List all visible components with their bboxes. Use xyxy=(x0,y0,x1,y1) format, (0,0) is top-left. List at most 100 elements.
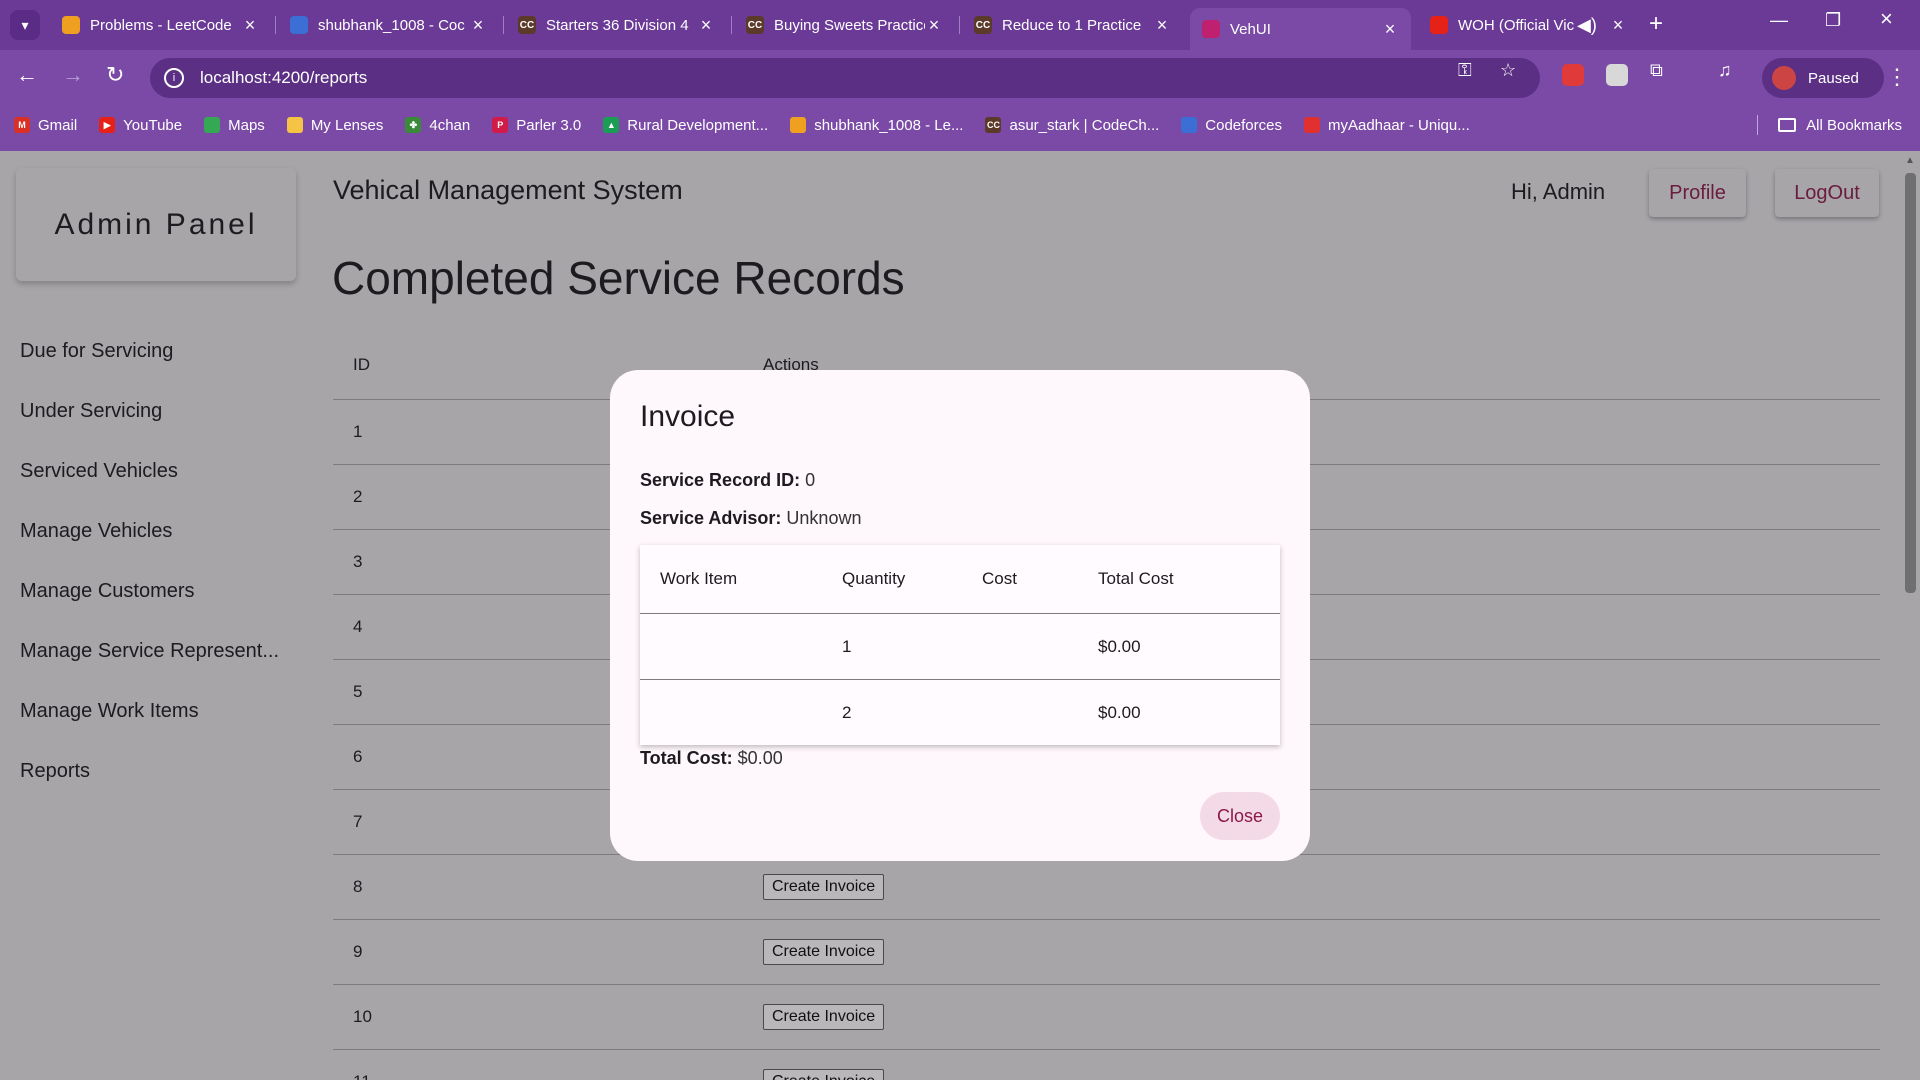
back-icon[interactable]: ← xyxy=(16,64,38,86)
restore-icon[interactable]: ❐ xyxy=(1825,10,1841,31)
url-text[interactable]: localhost:4200/reports xyxy=(200,68,367,88)
close-icon[interactable]: × xyxy=(1609,15,1627,36)
avatar xyxy=(1772,66,1796,90)
profile-button[interactable]: Paused xyxy=(1762,58,1884,98)
scrollbar-thumb[interactable] xyxy=(1905,173,1916,593)
lens-icon xyxy=(286,117,303,133)
media-control-icon[interactable]: ♫ xyxy=(1718,60,1732,81)
sidebar-item-due-for-servicing[interactable]: Due for Servicing xyxy=(20,321,290,381)
service-advisor-value: Unknown xyxy=(786,508,862,528)
tab-reduce-to-1[interactable]: CC Reduce to 1 Practice × xyxy=(962,8,1183,42)
bookmark-gmail[interactable]: M Gmail xyxy=(14,117,77,134)
folder-icon xyxy=(1778,118,1797,132)
gmail-icon: M xyxy=(14,117,30,133)
service-record-id-line: Service Record ID: 0 xyxy=(640,470,815,491)
all-bookmarks-label: All Bookmarks xyxy=(1806,116,1902,134)
codechef-icon: CC xyxy=(974,16,992,34)
tab-divider xyxy=(959,16,960,34)
bookmark-codeforces[interactable]: Codeforces xyxy=(1181,117,1282,134)
tab-leetcode[interactable]: Problems - LeetCode × xyxy=(50,8,271,42)
sidebar-item-manage-vehicles[interactable]: Manage Vehicles xyxy=(20,501,290,561)
more-menu-icon[interactable]: ⋮ xyxy=(1886,64,1908,90)
sidebar-item-manage-work-items[interactable]: Manage Work Items xyxy=(20,681,290,741)
browser-toolbar: ← → ↻ i localhost:4200/reports ⚿ ☆ ⧉ ♫ P… xyxy=(0,50,1920,106)
extension-icon[interactable] xyxy=(1562,64,1584,86)
profile-status: Paused xyxy=(1808,69,1859,87)
profile-button[interactable]: Profile xyxy=(1649,169,1746,217)
site-info-icon[interactable]: i xyxy=(164,68,184,88)
forward-icon[interactable]: → xyxy=(62,64,84,86)
codeforces-icon xyxy=(290,16,308,34)
sidebar-item-manage-service-representatives[interactable]: Manage Service Represent... xyxy=(20,621,290,681)
close-icon[interactable]: × xyxy=(469,15,487,36)
table-row: 11 Create Invoice xyxy=(333,1050,1880,1080)
tab-starters-36[interactable]: CC Starters 36 Division 4 × xyxy=(506,8,727,42)
create-invoice-button[interactable]: Create Invoice xyxy=(763,874,885,900)
cell-quantity: 1 xyxy=(842,636,852,656)
bookmark-star-icon[interactable]: ☆ xyxy=(1500,60,1516,81)
column-header-work-item: Work Item xyxy=(660,569,738,588)
sidebar-item-serviced-vehicles[interactable]: Serviced Vehicles xyxy=(20,441,290,501)
create-invoice-button[interactable]: Create Invoice xyxy=(763,1069,885,1080)
tab-title: VehUI xyxy=(1230,20,1271,38)
create-invoice-button[interactable]: Create Invoice xyxy=(763,939,885,965)
cell-id: 8 xyxy=(353,877,363,896)
tab-vehui[interactable]: VehUI × xyxy=(1190,8,1411,50)
bookmark-leetcode[interactable]: shubhank_1008 - Le... xyxy=(790,117,963,134)
bookmark-codechef[interactable]: CC asur_stark | CodeCh... xyxy=(985,117,1159,134)
bookmark-my-lenses[interactable]: My Lenses xyxy=(286,117,383,134)
close-button[interactable]: Close xyxy=(1200,792,1280,840)
bookmark-label: Rural Development... xyxy=(627,116,769,134)
speaker-icon[interactable]: ◀) xyxy=(1577,15,1597,36)
app-title: Vehical Management System xyxy=(333,175,683,205)
tab-codeforces-profile[interactable]: shubhank_1008 - Coc × xyxy=(278,8,499,42)
tab-title: Problems - LeetCode xyxy=(90,16,232,34)
cell-actions: Create Invoice xyxy=(763,1004,1880,1030)
service-record-id-label: Service Record ID: xyxy=(640,470,801,490)
close-icon[interactable]: × xyxy=(697,15,715,36)
column-header-quantity: Quantity xyxy=(842,569,906,588)
bookmark-myaadhaar[interactable]: myAadhaar - Uniqu... xyxy=(1304,117,1470,134)
service-advisor-label: Service Advisor: xyxy=(640,508,782,528)
cell-actions: Create Invoice xyxy=(763,874,1880,900)
page-scrollbar[interactable]: ▲ xyxy=(1900,151,1920,1080)
new-tab-icon[interactable]: + xyxy=(1649,12,1663,36)
close-icon[interactable]: × xyxy=(1381,19,1399,40)
close-icon[interactable]: × xyxy=(1153,15,1171,36)
bookmark-label: Gmail xyxy=(38,116,78,134)
bookmark-4chan[interactable]: ✤ 4chan xyxy=(405,117,470,134)
logout-button[interactable]: LogOut xyxy=(1775,169,1879,217)
codeforces-icon xyxy=(1181,117,1198,133)
tab-search-icon[interactable]: ▾ xyxy=(10,10,40,40)
bookmark-youtube[interactable]: ▶ YouTube xyxy=(99,117,182,134)
close-icon[interactable]: × xyxy=(241,15,259,36)
bookmark-rural-development[interactable]: ▲ Rural Development... xyxy=(603,117,768,134)
close-icon[interactable]: × xyxy=(925,15,943,36)
tab-buying-sweets[interactable]: CC Buying Sweets Practice × xyxy=(734,8,955,42)
parler-icon: P xyxy=(492,117,509,133)
tab-woh-video[interactable]: WOH (Official Vic ◀) × xyxy=(1418,8,1639,42)
create-invoice-button[interactable]: Create Invoice xyxy=(763,1004,885,1030)
clover-icon: ✤ xyxy=(405,117,422,133)
admin-panel-title: Admin Panel xyxy=(54,207,258,241)
bookmarks-bar: M Gmail ▶ YouTube Maps My Lenses ✤ 4chan PP… xyxy=(0,110,1920,140)
minimize-icon[interactable]: — xyxy=(1770,10,1788,31)
sidebar-item-manage-customers[interactable]: Manage Customers xyxy=(20,561,290,621)
sidebar-item-under-servicing[interactable]: Under Servicing xyxy=(20,381,290,441)
window-close-icon[interactable]: × xyxy=(1880,6,1893,32)
extension-icon[interactable] xyxy=(1606,64,1628,86)
extensions-puzzle-icon[interactable]: ⧉ xyxy=(1650,60,1663,81)
scroll-up-icon[interactable]: ▲ xyxy=(1905,155,1915,166)
tab-title: Buying Sweets Practice xyxy=(774,16,925,34)
greeting: Hi, Admin xyxy=(1511,179,1606,204)
reload-icon[interactable]: ↻ xyxy=(106,64,124,86)
browser-chrome: ▾ Problems - LeetCode × shubhank_1008 - … xyxy=(0,0,1920,151)
sidebar-item-reports[interactable]: Reports xyxy=(20,741,290,801)
tab-title: Starters 36 Division 4 xyxy=(546,16,689,34)
address-bar[interactable]: i localhost:4200/reports xyxy=(150,58,1540,98)
bookmark-parler[interactable]: P Parler 3.0 xyxy=(492,117,581,134)
bookmark-maps[interactable]: Maps xyxy=(204,117,265,134)
all-bookmarks-button[interactable]: All Bookmarks xyxy=(1778,110,1902,140)
password-key-icon[interactable]: ⚿ xyxy=(1458,60,1472,81)
table-row: 9 Create Invoice xyxy=(333,920,1880,985)
